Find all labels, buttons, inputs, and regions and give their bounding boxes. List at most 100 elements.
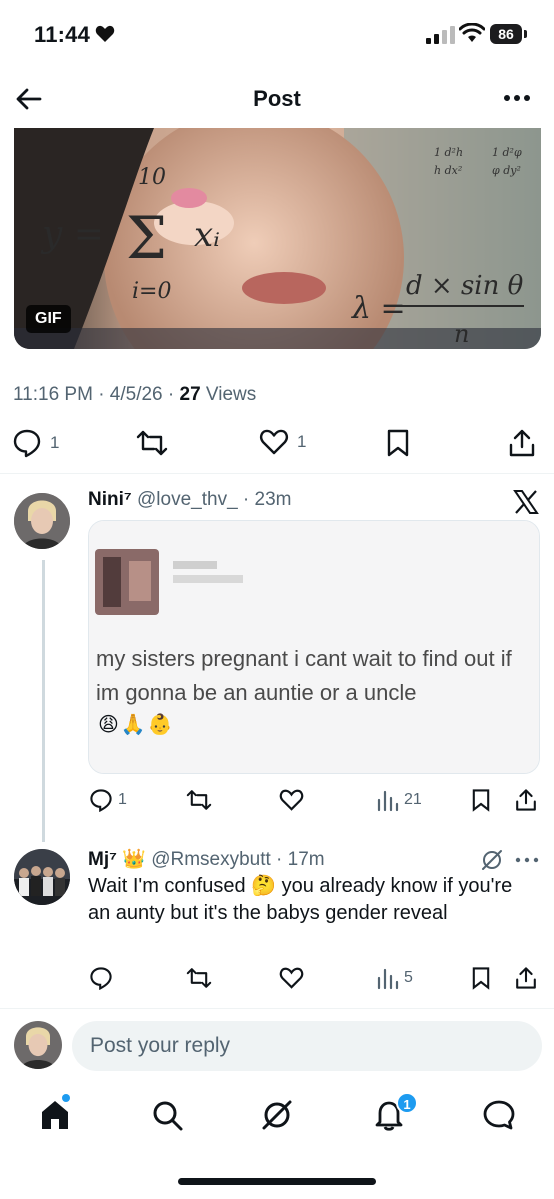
reply2-reply-button[interactable] bbox=[89, 966, 113, 990]
reply2-name[interactable]: Mj⁷ bbox=[88, 849, 117, 870]
search-icon[interactable] bbox=[150, 1098, 184, 1132]
grok-nav-icon[interactable] bbox=[260, 1098, 294, 1132]
post-gif[interactable]: 10 y = Σ xᵢ i=0 λ = d × sin θ n 1 d²h h … bbox=[14, 128, 541, 349]
post-actions: 1 1 bbox=[0, 428, 554, 462]
math-sum-top: 10 bbox=[138, 165, 166, 190]
divider bbox=[0, 1008, 554, 1009]
gif-math-overlay: 10 y = Σ xᵢ i=0 λ = d × sin θ n 1 d²h h … bbox=[40, 146, 524, 348]
svg-text:λ =: λ = bbox=[351, 291, 406, 326]
svg-text:1 d²h: 1 d²h bbox=[434, 146, 463, 159]
svg-text:d × sin θ: d × sin θ bbox=[406, 271, 524, 301]
reply2-text: Wait I'm confused 🤔 you already know if … bbox=[88, 875, 513, 924]
reply1-handle: @love_thv_ · 23m bbox=[137, 489, 292, 510]
bookmark-icon bbox=[472, 789, 490, 812]
svg-text:y =: y = bbox=[40, 214, 104, 255]
reply-count: 1 bbox=[50, 433, 60, 452]
reply-composer[interactable] bbox=[72, 1021, 542, 1071]
reply2-like-button[interactable] bbox=[279, 966, 304, 990]
reply2-share-button[interactable] bbox=[514, 966, 538, 990]
reply2-views-button[interactable]: 5 bbox=[377, 966, 413, 990]
reply1-reply-button[interactable]: 1 bbox=[89, 788, 127, 812]
reply1-reply-count: 1 bbox=[118, 791, 127, 808]
svg-text:1 d²φ: 1 d²φ bbox=[492, 146, 522, 159]
reply-input[interactable] bbox=[72, 1021, 542, 1071]
svg-text:i=0: i=0 bbox=[132, 279, 171, 304]
svg-text:xᵢ: xᵢ bbox=[194, 215, 220, 255]
status-bar: 11:44 86 bbox=[0, 0, 554, 70]
crown-emoji: 👑 bbox=[122, 849, 146, 870]
avatar-photo bbox=[14, 493, 70, 549]
reply2-repost-button[interactable] bbox=[186, 966, 212, 990]
notification-badge: 1 bbox=[396, 1092, 418, 1114]
avatar-photo bbox=[14, 1021, 62, 1069]
svg-text:h dx²: h dx² bbox=[434, 164, 462, 177]
like-button[interactable]: 1 bbox=[259, 428, 306, 456]
views-icon bbox=[377, 968, 399, 990]
like-icon bbox=[279, 789, 304, 811]
reply1-like-button[interactable] bbox=[279, 788, 304, 812]
thread-line bbox=[42, 560, 45, 842]
reply1-avatar[interactable] bbox=[14, 493, 70, 549]
reply2-handle: @Rmsexybutt · 17m bbox=[151, 849, 325, 870]
messages-icon[interactable] bbox=[482, 1098, 516, 1132]
views-label: Views bbox=[200, 384, 257, 405]
share-icon bbox=[516, 967, 536, 989]
post-date: 11:16 PM · 4/5/26 · bbox=[13, 384, 180, 405]
repost-icon bbox=[136, 430, 168, 456]
bookmark-icon bbox=[472, 967, 490, 990]
heart-icon bbox=[95, 25, 115, 42]
quoted-text: my sisters pregnant i cant wait to find … bbox=[96, 646, 512, 705]
battery-indicator: 86 bbox=[490, 24, 522, 44]
status-time: 11:44 bbox=[34, 22, 91, 47]
share-icon bbox=[509, 429, 535, 457]
post-header: Post bbox=[0, 70, 554, 128]
bottom-nav bbox=[0, 1084, 554, 1144]
grok-icon[interactable] bbox=[480, 848, 504, 872]
home-indicator bbox=[178, 1178, 376, 1185]
reply1-bookmark-button[interactable] bbox=[470, 788, 492, 812]
reply2-view-count: 5 bbox=[404, 969, 413, 986]
reply1-name[interactable]: Nini⁷ bbox=[88, 489, 132, 510]
reply-button[interactable]: 1 bbox=[12, 428, 59, 458]
quoted-emojis: 😩🙏👶 bbox=[98, 714, 175, 736]
bookmark-button[interactable] bbox=[385, 428, 411, 458]
reply2-avatar[interactable] bbox=[14, 849, 70, 905]
reply1-header: Nini⁷ @love_thv_ · 23m bbox=[88, 489, 291, 511]
reply-icon bbox=[13, 429, 41, 458]
x-logo-icon[interactable] bbox=[512, 488, 540, 516]
bookmark-icon bbox=[387, 429, 409, 457]
home-icon[interactable] bbox=[38, 1098, 72, 1132]
share-icon bbox=[516, 789, 536, 811]
divider bbox=[0, 473, 554, 474]
like-count: 1 bbox=[297, 432, 307, 451]
reply1-view-count: 21 bbox=[404, 791, 422, 808]
reply1-views-button[interactable]: 21 bbox=[377, 788, 422, 812]
battery-cap bbox=[524, 30, 527, 38]
home-new-dot bbox=[62, 1094, 70, 1102]
svg-text:φ dy²: φ dy² bbox=[492, 164, 521, 177]
views-count: 27 bbox=[179, 384, 201, 405]
reply1-repost-button[interactable] bbox=[186, 788, 212, 812]
views-icon bbox=[377, 790, 399, 812]
reply-icon bbox=[90, 967, 112, 990]
repost-icon bbox=[186, 968, 212, 988]
wifi-icon bbox=[459, 23, 485, 42]
like-icon bbox=[260, 429, 288, 455]
reply-icon bbox=[90, 789, 112, 812]
composer-avatar bbox=[14, 1021, 62, 1069]
more-options-icon[interactable] bbox=[502, 86, 532, 110]
reply2-header: Mj⁷ 👑 @Rmsexybutt · 17m bbox=[88, 847, 325, 871]
svg-text:Σ: Σ bbox=[126, 204, 167, 272]
repost-icon bbox=[186, 790, 212, 810]
reply2-more-icon[interactable] bbox=[515, 855, 539, 865]
signal-icon bbox=[426, 26, 455, 44]
like-icon bbox=[279, 967, 304, 989]
avatar-photo bbox=[14, 849, 70, 905]
post-timestamp: 11:16 PM · 4/5/26 · 27 Views bbox=[13, 384, 256, 406]
share-button[interactable] bbox=[508, 428, 536, 458]
reply1-share-button[interactable] bbox=[514, 788, 538, 812]
repost-button[interactable] bbox=[136, 428, 168, 458]
gif-badge: GIF bbox=[26, 305, 71, 333]
page-title: Post bbox=[253, 86, 301, 111]
reply2-bookmark-button[interactable] bbox=[470, 966, 492, 990]
